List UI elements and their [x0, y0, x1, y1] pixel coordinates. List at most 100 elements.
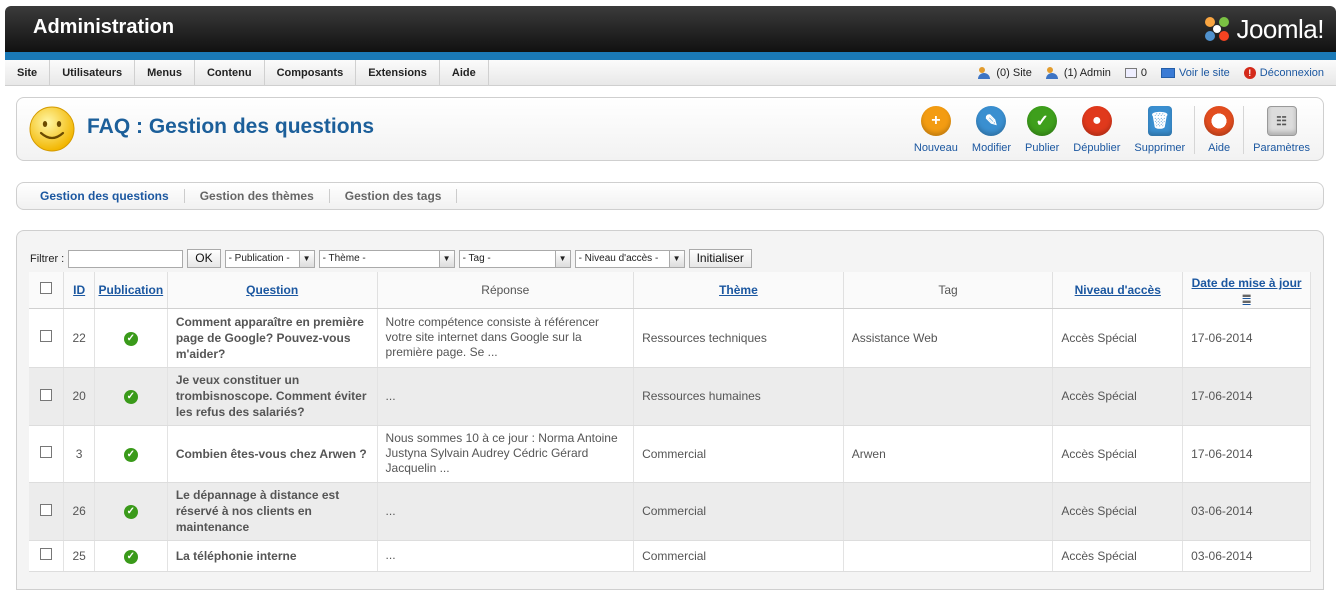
unpublish-button[interactable]: ● Dépublier: [1066, 106, 1127, 154]
table-row[interactable]: 20 ✓ Je veux constituer un trombisnoscop…: [29, 367, 1311, 426]
theme-select[interactable]: - Thème - ▼: [318, 249, 455, 268]
row-date: 17-06-2014: [1182, 425, 1311, 483]
row-theme[interactable]: Commercial: [633, 482, 844, 541]
row-id: 20: [63, 367, 95, 426]
delete-button[interactable]: 🗑 Supprimer: [1127, 106, 1192, 154]
row-id: 25: [63, 540, 95, 572]
published-icon[interactable]: ✓: [123, 390, 138, 404]
published-icon[interactable]: ✓: [123, 447, 138, 462]
col-date[interactable]: Date de mise à jour ▬ ▬: [1182, 272, 1311, 309]
message-icon: [1124, 68, 1137, 78]
edit-button[interactable]: ✎ Modifier: [965, 106, 1018, 154]
sort-desc-icon: ▬ ▬: [1242, 289, 1251, 305]
filter-input[interactable]: [68, 249, 184, 268]
col-id[interactable]: ID: [63, 272, 95, 309]
col-access[interactable]: Niveau d'accès: [1052, 272, 1184, 309]
component-toolbar: FAQ : Gestion des questions + Nouveau ✎ …: [16, 97, 1324, 161]
row-access: Accès Spécial: [1052, 425, 1184, 483]
row-question[interactable]: La téléphonie interne: [167, 540, 378, 572]
logout-icon: !: [1243, 67, 1256, 79]
chevron-down-icon: ▼: [298, 250, 314, 267]
tab-tags[interactable]: Gestion des tags: [330, 189, 458, 203]
sub-navigation: Gestion des questions Gestion des thèmes…: [16, 182, 1324, 210]
published-icon[interactable]: ✓: [123, 505, 138, 519]
menu-aide[interactable]: Aide: [440, 59, 489, 86]
row-theme[interactable]: Commercial: [633, 425, 844, 483]
pencil-icon: ✎: [976, 106, 1007, 136]
row-checkbox[interactable]: [40, 548, 53, 560]
row-access: Accès Spécial: [1052, 482, 1184, 541]
row-question[interactable]: Combien êtes-vous chez Arwen ?: [167, 425, 378, 483]
row-checkbox[interactable]: [40, 388, 53, 401]
row-reponse: ...: [377, 540, 635, 572]
row-theme[interactable]: Ressources techniques: [633, 308, 844, 368]
help-button[interactable]: Aide: [1197, 106, 1241, 154]
publish-button[interactable]: ✓ Publier: [1018, 106, 1066, 154]
admin-header: Administration Joomla!: [5, 6, 1336, 52]
row-tag[interactable]: [843, 540, 1054, 572]
row-checkbox[interactable]: [40, 330, 53, 342]
questions-panel: Filtrer : OK - Publication - ▼ - Thème - ▼…: [16, 230, 1324, 590]
joomla-logo-icon: [1205, 17, 1230, 41]
status-admin: (1) Admin: [1045, 67, 1111, 79]
row-reponse: Notre compétence consiste à référencer v…: [377, 308, 635, 368]
unpublish-icon: ●: [1081, 106, 1112, 136]
col-reponse: Réponse: [377, 272, 635, 309]
params-button[interactable]: ☷ Paramètres: [1246, 106, 1317, 154]
row-checkbox[interactable]: [40, 446, 53, 458]
published-icon[interactable]: ✓: [123, 331, 138, 346]
row-tag[interactable]: [843, 482, 1054, 541]
new-button[interactable]: + Nouveau: [907, 106, 965, 154]
table-row[interactable]: 25 ✓ La téléphonie interne ... Commercia…: [29, 540, 1311, 572]
status-messages[interactable]: 0: [1124, 67, 1147, 79]
publication-select[interactable]: - Publication - ▼: [224, 249, 315, 268]
row-question[interactable]: Je veux constituer un trombisnoscope. Co…: [167, 367, 378, 426]
tag-select[interactable]: - Tag - ▼: [458, 249, 571, 268]
row-access: Accès Spécial: [1052, 540, 1184, 572]
row-access: Accès Spécial: [1052, 367, 1184, 426]
menu-menus[interactable]: Menus: [135, 59, 195, 86]
toolbar-separator: [1243, 106, 1245, 154]
filter-ok-button[interactable]: OK: [187, 249, 221, 268]
row-date: 17-06-2014: [1182, 308, 1311, 368]
menu-extensions[interactable]: Extensions: [356, 59, 440, 86]
published-icon[interactable]: ✓: [123, 549, 138, 564]
menu-composants[interactable]: Composants: [265, 59, 357, 86]
users-icon: [978, 67, 992, 79]
menu-utilisateurs[interactable]: Utilisateurs: [50, 59, 136, 86]
menu-site[interactable]: Site: [5, 59, 51, 86]
table-row[interactable]: 3 ✓ Combien êtes-vous chez Arwen ? Nous …: [29, 425, 1311, 483]
joomla-wordmark: Joomla!: [1236, 13, 1324, 44]
row-tag[interactable]: Assistance Web: [843, 308, 1054, 368]
logout-link[interactable]: ! Déconnexion: [1243, 67, 1324, 79]
row-checkbox[interactable]: [40, 503, 53, 516]
tab-questions[interactable]: Gestion des questions: [25, 189, 185, 203]
table-row[interactable]: 26 ✓ Le dépannage à distance est réservé…: [29, 482, 1311, 541]
row-id: 26: [63, 482, 95, 541]
view-site-link[interactable]: Voir le site: [1161, 67, 1230, 79]
screen-icon: [1161, 68, 1176, 78]
row-question[interactable]: Comment apparaître en première page de G…: [167, 308, 378, 368]
row-id: 3: [63, 425, 95, 483]
row-question[interactable]: Le dépannage à distance est réservé à no…: [167, 482, 378, 541]
admin-title: Administration: [33, 16, 175, 38]
col-publication[interactable]: Publication: [94, 272, 168, 309]
col-question[interactable]: Question: [167, 272, 378, 309]
users-icon: [1045, 67, 1060, 79]
col-theme[interactable]: Thème: [633, 272, 844, 309]
joomla-logo[interactable]: Joomla!: [1202, 12, 1324, 46]
filter-label: Filtrer :: [30, 252, 65, 265]
smiley-icon: [29, 106, 75, 152]
tab-themes[interactable]: Gestion des thèmes: [185, 189, 330, 203]
menu-contenu[interactable]: Contenu: [195, 59, 265, 86]
row-tag[interactable]: Arwen: [843, 425, 1054, 483]
table-row[interactable]: 22 ✓ Comment apparaître en première page…: [29, 308, 1311, 368]
select-all-checkbox[interactable]: [40, 282, 53, 295]
row-tag[interactable]: [843, 367, 1054, 426]
reset-button[interactable]: Initialiser: [688, 249, 752, 268]
row-theme[interactable]: Ressources humaines: [633, 367, 844, 426]
row-theme[interactable]: Commercial: [633, 540, 844, 572]
settings-icon: ☷: [1266, 106, 1297, 136]
access-select[interactable]: - Niveau d'accès - ▼: [574, 249, 685, 268]
row-reponse: ...: [377, 367, 635, 426]
